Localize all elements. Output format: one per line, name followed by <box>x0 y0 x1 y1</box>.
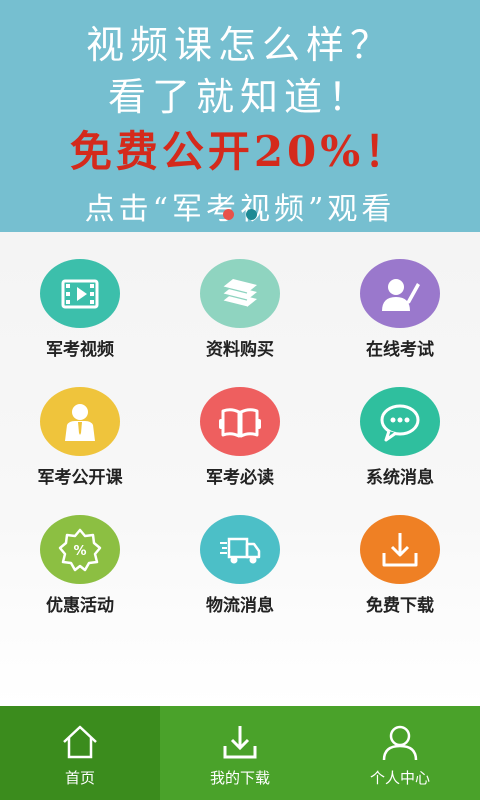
menu-item-label: 系统消息 <box>366 468 434 488</box>
book-icon <box>200 387 280 456</box>
writer-icon <box>360 259 440 328</box>
menu-item-video[interactable]: 军考视频 <box>0 232 160 360</box>
banner-subheadline: 看了就知道！ <box>107 75 372 119</box>
promo-banner[interactable]: 视频课怎么样？ 看了就知道！ 免费公开20%！ 点击“军考视频”观看 <box>0 0 480 232</box>
discount-badge-icon: % <box>40 515 120 584</box>
menu-item-label: 军考必读 <box>206 468 274 488</box>
menu-item-label: 免费下载 <box>366 596 434 616</box>
tab-label: 我的下载 <box>209 769 270 787</box>
menu-item-label: 资料购买 <box>206 340 274 360</box>
menu-item-system-messages[interactable]: 系统消息 <box>320 360 480 488</box>
menu-item-label: 在线考试 <box>366 340 434 360</box>
menu-item-label: 优惠活动 <box>46 596 114 616</box>
tab-my-downloads[interactable]: 我的下载 <box>160 706 320 800</box>
menu-item-online-exam[interactable]: 在线考试 <box>320 232 480 360</box>
menu-item-must-read[interactable]: 军考必读 <box>160 360 320 488</box>
menu-item-buy-materials[interactable]: 资料购买 <box>160 232 320 360</box>
banner-offer: 免费公开20%！ <box>69 127 411 176</box>
tab-profile[interactable]: 个人中心 <box>320 706 480 800</box>
menu-item-label: 军考公开课 <box>37 468 123 488</box>
video-icon <box>40 259 120 328</box>
menu-item-label: 军考视频 <box>46 340 114 360</box>
banner-headline: 视频课怎么样？ <box>85 23 394 67</box>
menu-item-free-download[interactable]: 免费下载 <box>320 488 480 616</box>
feature-grid: 军考视频 资料购买 在线考试 军考公开课 军考必读 系统消息 % 优惠活动 物流… <box>0 232 480 706</box>
carousel-dot-active <box>223 209 234 220</box>
bottom-tab-bar: 首页 我的下载 个人中心 <box>0 706 480 800</box>
chat-icon <box>360 387 440 456</box>
menu-item-promotions[interactable]: % 优惠活动 <box>0 488 160 616</box>
presenter-icon <box>40 387 120 456</box>
banner-call-to-action: 点击“军考视频”观看 <box>84 192 396 227</box>
menu-item-label: 物流消息 <box>206 596 274 616</box>
tab-label: 首页 <box>64 769 95 787</box>
carousel-dot <box>246 209 257 220</box>
user-icon <box>382 725 418 761</box>
truck-icon <box>200 515 280 584</box>
download-icon <box>360 515 440 584</box>
download-icon <box>223 726 257 759</box>
books-icon <box>200 259 280 328</box>
svg-text:%: % <box>73 544 86 559</box>
carousel-indicator <box>0 209 480 220</box>
menu-item-logistics[interactable]: 物流消息 <box>160 488 320 616</box>
tab-home[interactable]: 首页 <box>0 706 160 800</box>
home-icon <box>63 725 97 759</box>
menu-item-open-course[interactable]: 军考公开课 <box>0 360 160 488</box>
tab-label: 个人中心 <box>369 769 430 787</box>
